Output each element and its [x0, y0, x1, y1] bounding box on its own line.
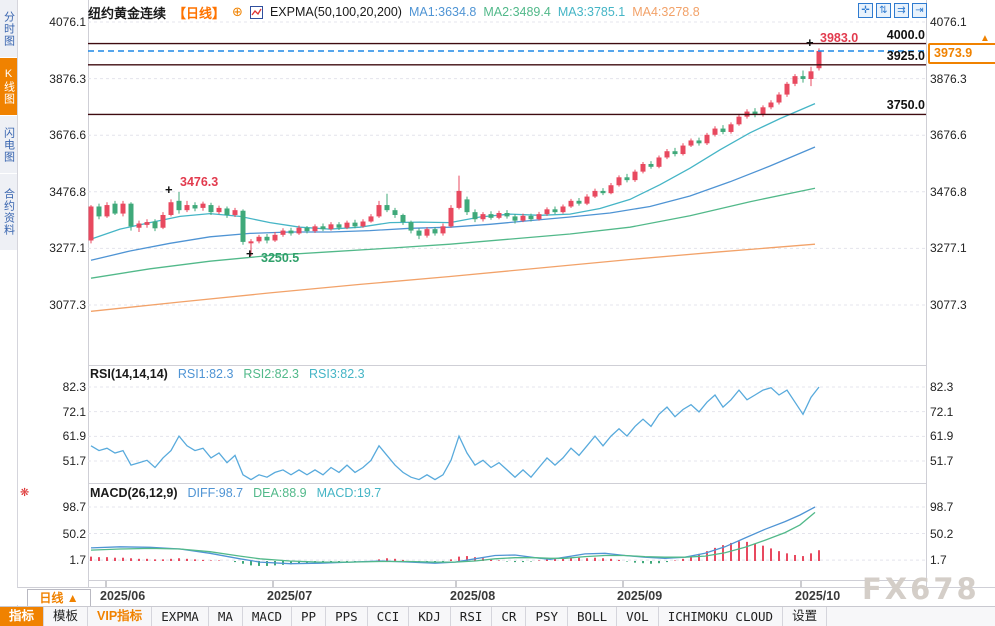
pan-chart-icon[interactable]: ⇉ [894, 3, 909, 18]
cross-marker: + [806, 38, 814, 48]
macd-axis-label-right: 98.7 [930, 500, 990, 514]
toolbar-item-cci[interactable]: CCI [368, 607, 410, 626]
rsi-axis-label-right: 72.1 [930, 405, 990, 419]
cross-marker: + [165, 185, 173, 195]
zoom-axis-icon[interactable]: ⇅ [876, 3, 891, 18]
chart-canvas[interactable] [0, 0, 995, 626]
left-sidebar: 分时图 K线图 闪电图 合约资料 [0, 0, 18, 606]
toolbar-item-settings[interactable]: 设置 [783, 607, 827, 626]
price-axis-label-left: 3476.8 [36, 185, 86, 199]
date-axis-label: 2025/06 [100, 589, 145, 603]
toolbar-item-boll[interactable]: BOLL [568, 607, 617, 626]
price-axis-label-right: 4076.1 [930, 15, 990, 29]
rsi-pane-header: RSI(14,14,14) RSI1:82.3 RSI2:82.3 RSI3:8… [90, 367, 365, 381]
macd-axis-label-left: 50.2 [36, 527, 86, 541]
price-line-label: 3750.0 [850, 98, 925, 112]
toolbar-item-ma[interactable]: MA [209, 607, 243, 626]
price-axis-label-right: 3476.8 [930, 185, 990, 199]
macd-axis-label-right: 50.2 [930, 527, 990, 541]
dropdown-arrow-icon: ▲ [67, 591, 79, 605]
toolbar-item-ichimoku-cloud[interactable]: ICHIMOKU CLOUD [659, 607, 783, 626]
rsi-axis-label-right: 51.7 [930, 454, 990, 468]
period-label: 日线 [39, 591, 63, 605]
indicator-name: EXPMA(50,100,20,200) [270, 5, 402, 19]
price-axis-label-right: 3876.3 [930, 72, 990, 86]
price-axis-label-right: 3077.3 [930, 298, 990, 312]
macd-axis-label-left: 1.7 [36, 553, 86, 567]
sidebar-tab-kline[interactable]: K线图 [0, 58, 17, 116]
price-axis-label-right: 3277.1 [930, 241, 990, 255]
crosshair-icon[interactable]: ✛ [858, 3, 873, 18]
macd-pane-header: MACD(26,12,9) DIFF:98.7 DEA:88.9 MACD:19… [90, 486, 381, 500]
toolbar-item-expma[interactable]: EXPMA [152, 607, 209, 626]
toolbar-item-rsi[interactable]: RSI [451, 607, 493, 626]
sidebar-tab-lightning[interactable]: 闪电图 [0, 116, 17, 174]
rsi-axis-label-right: 61.9 [930, 429, 990, 443]
price-marker-label: 3983.0 [820, 31, 858, 45]
price-axis-label-left: 3876.3 [36, 72, 86, 86]
toolbar-item-templates[interactable]: 模板 [44, 607, 88, 626]
price-axis-label-left: 4076.1 [36, 15, 86, 29]
date-axis-label: 2025/09 [617, 589, 662, 603]
rsi3-value: RSI3:82.3 [309, 367, 365, 381]
rsi-title: RSI(14,14,14) [90, 367, 168, 381]
current-price-box: 3973.9 [928, 43, 995, 64]
toolbar-item-pps[interactable]: PPS [326, 607, 368, 626]
cross-marker: + [246, 249, 254, 259]
macd-dea-value: DEA:88.9 [253, 486, 307, 500]
macd-axis-label-left: 98.7 [36, 500, 86, 514]
period-tag: 【日线】 [173, 3, 225, 22]
date-axis-label: 2025/07 [267, 589, 312, 603]
rsi2-value: RSI2:82.3 [243, 367, 299, 381]
price-axis-label-left: 3676.6 [36, 128, 86, 142]
rsi-axis-label-left: 82.3 [36, 380, 86, 394]
price-axis-label-right: 3676.6 [930, 128, 990, 142]
toolbar-item-macd[interactable]: MACD [243, 607, 292, 626]
date-axis-label: 2025/10 [795, 589, 840, 603]
price-up-arrow-icon: ▲ [980, 33, 990, 44]
watermark: FX678 [862, 572, 980, 606]
date-axis-label: 2025/08 [450, 589, 495, 603]
price-marker-label: 3250.5 [261, 251, 299, 265]
toolbar-item-pp[interactable]: PP [292, 607, 326, 626]
ma1-value: MA1:3634.8 [409, 5, 476, 19]
bottom-toolbar: 指标模板VIP指标EXPMAMAMACDPPPPSCCIKDJRSICRPSYB… [0, 606, 995, 626]
toolbar-item-indicators[interactable]: 指标 [0, 607, 44, 626]
price-marker-label: 3476.3 [180, 175, 218, 189]
exit-view-icon[interactable]: ⇥ [912, 3, 927, 18]
indicator-settings-icon[interactable]: ❋ [20, 486, 29, 499]
toolbar-item-kdj[interactable]: KDJ [409, 607, 451, 626]
ma3-value: MA3:3785.1 [558, 5, 625, 19]
price-axis-label-left: 3277.1 [36, 241, 86, 255]
rsi1-value: RSI1:82.3 [178, 367, 234, 381]
price-line-label: 4000.0 [850, 28, 925, 42]
macd-hist-value: MACD:19.7 [317, 486, 382, 500]
chart-header: 纽约黄金连续 【日线】 ⊕ EXPMA(50,100,20,200) MA1:3… [88, 2, 700, 22]
indicator-chart-icon [250, 6, 263, 19]
rsi-axis-label-left: 72.1 [36, 405, 86, 419]
period-dropdown-button[interactable]: 日线 ▲ [27, 589, 91, 607]
symbol-title: 纽约黄金连续 [88, 3, 166, 22]
sidebar-tab-contract-info[interactable]: 合约资料 [0, 174, 17, 251]
add-circle-icon[interactable]: ⊕ [232, 4, 243, 20]
ma2-value: MA2:3489.4 [483, 5, 550, 19]
chart-tool-icons: ✛⇅⇉⇥ [858, 3, 927, 18]
price-axis-label-left: 3077.3 [36, 298, 86, 312]
toolbar-item-vip-indicators[interactable]: VIP指标 [88, 607, 152, 626]
toolbar-item-vol[interactable]: VOL [617, 607, 659, 626]
rsi-axis-label-right: 82.3 [930, 380, 990, 394]
sidebar-tab-timeline[interactable]: 分时图 [0, 0, 17, 58]
macd-diff-value: DIFF:98.7 [188, 486, 244, 500]
toolbar-item-cr[interactable]: CR [492, 607, 526, 626]
macd-axis-label-right: 1.7 [930, 553, 990, 567]
current-price-value: 3973.9 [934, 46, 972, 60]
date-axis: 2025/06 2025/07 2025/08 2025/09 2025/10 [17, 588, 995, 605]
price-line-label: 3925.0 [850, 49, 925, 63]
macd-title: MACD(26,12,9) [90, 486, 178, 500]
rsi-axis-label-left: 51.7 [36, 454, 86, 468]
ma4-value: MA4:3278.8 [632, 5, 699, 19]
toolbar-item-psy[interactable]: PSY [526, 607, 568, 626]
rsi-axis-label-left: 61.9 [36, 429, 86, 443]
